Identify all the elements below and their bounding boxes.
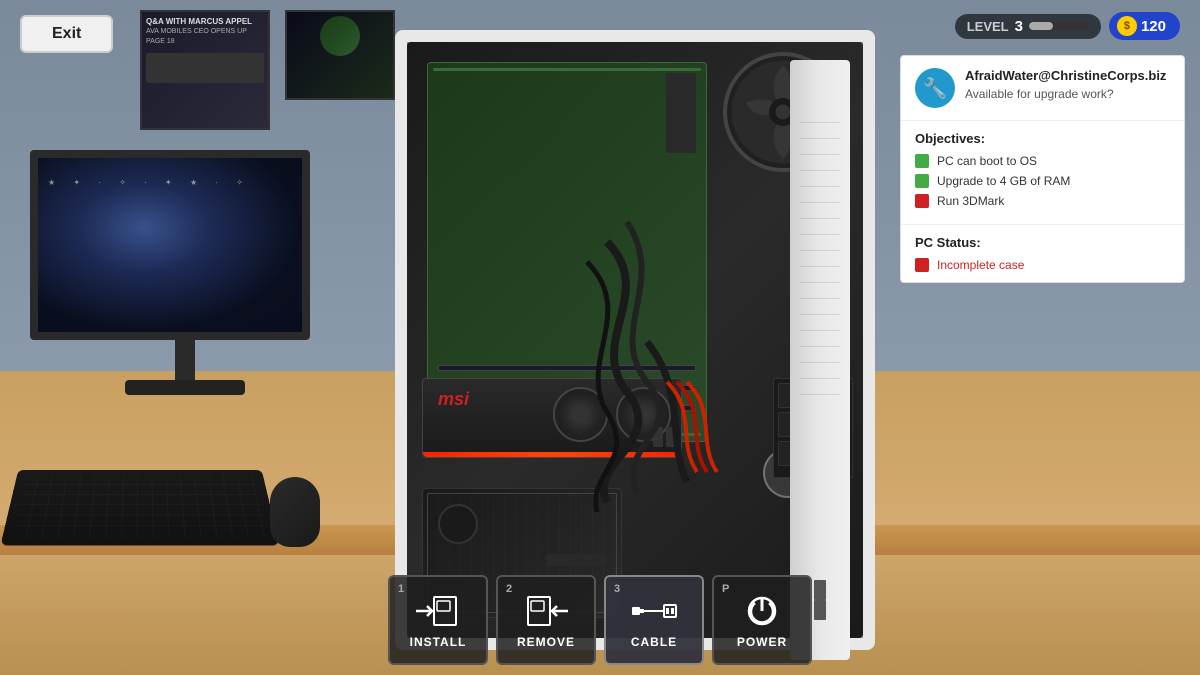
remove-button[interactable]: 2 REMOVE [496, 575, 596, 665]
power-icon [737, 591, 787, 631]
mission-title: AfraidWater@ChristineCorps.biz [965, 68, 1166, 85]
mouse [270, 477, 320, 547]
monitor-screen [30, 150, 310, 340]
wall-poster-2 [285, 10, 395, 100]
bottom-toolbar: 1 INSTALL 2 [0, 565, 1200, 675]
install-button[interactable]: 1 INSTALL [388, 575, 488, 665]
objective-1: PC can boot to OS [915, 154, 1170, 168]
power-key: P [722, 583, 729, 595]
remove-icon [521, 591, 571, 631]
pc-status-text: Incomplete case [937, 258, 1024, 272]
install-icon [413, 591, 463, 631]
keyboard [0, 470, 279, 546]
level-fill [1029, 22, 1053, 30]
objective-2-text: Upgrade to 4 GB of RAM [937, 174, 1070, 188]
game-scene: Q&A WITH MARCUS APPEL AVA MOBILES CEO OP… [0, 0, 1200, 675]
level-label: LEVEL [967, 19, 1009, 34]
mission-info: AfraidWater@ChristineCorps.biz Available… [965, 68, 1166, 101]
objective-3-text: Run 3DMark [937, 194, 1004, 208]
monitor-stand [175, 340, 195, 380]
cable-button[interactable]: 3 CABLE [604, 575, 704, 665]
objective-3: Run 3DMark [915, 194, 1170, 208]
power-button[interactable]: P POWER [712, 575, 812, 665]
install-label: INSTALL [410, 635, 467, 649]
avatar-container: 🔧 [915, 68, 955, 108]
objectives-label: Objectives: [915, 131, 1170, 146]
objectives-section: Objectives: PC can boot to OS Upgrade to… [901, 121, 1184, 225]
pc-status-section: PC Status: Incomplete case [901, 225, 1184, 282]
mission-panel: 🔧 AfraidWater@ChristineCorps.biz Availab… [900, 55, 1185, 283]
objective-3-status [915, 194, 929, 208]
remove-key: 2 [506, 583, 512, 595]
pc-case[interactable]: COOLERMASTER [395, 30, 875, 650]
money-amount: 120 [1141, 18, 1166, 35]
gpu [422, 378, 682, 458]
objective-1-status [915, 154, 929, 168]
monitor-base [125, 380, 245, 395]
hud-top-right: LEVEL 3 $ 120 [955, 12, 1180, 40]
power-label: POWER [737, 635, 787, 649]
objective-2: Upgrade to 4 GB of RAM [915, 174, 1170, 188]
level-bar [1029, 22, 1089, 30]
remove-label: REMOVE [517, 635, 575, 649]
cable-label: CABLE [631, 635, 677, 649]
cable-key: 3 [614, 583, 620, 595]
objective-1-text: PC can boot to OS [937, 154, 1037, 168]
exit-button[interactable]: Exit [20, 15, 113, 53]
pc-status-indicator [915, 258, 929, 272]
monitor [30, 150, 340, 390]
objective-2-status [915, 174, 929, 188]
install-key: 1 [398, 583, 404, 595]
pc-status-item: Incomplete case [915, 258, 1170, 272]
money-display: $ 120 [1109, 12, 1180, 40]
coin-icon: $ [1117, 16, 1137, 36]
wall-poster-1: Q&A WITH MARCUS APPEL AVA MOBILES CEO OP… [140, 10, 270, 130]
pc-status-label: PC Status: [915, 235, 1170, 250]
mission-header: 🔧 AfraidWater@ChristineCorps.biz Availab… [901, 56, 1184, 121]
level-value: 3 [1015, 18, 1023, 35]
wrench-icon: 🔧 [923, 76, 948, 101]
gpu-fan-1 [553, 387, 608, 442]
level-display: LEVEL 3 [955, 14, 1101, 39]
cable-icon [629, 591, 679, 631]
mission-subtitle: Available for upgrade work? [965, 87, 1166, 101]
